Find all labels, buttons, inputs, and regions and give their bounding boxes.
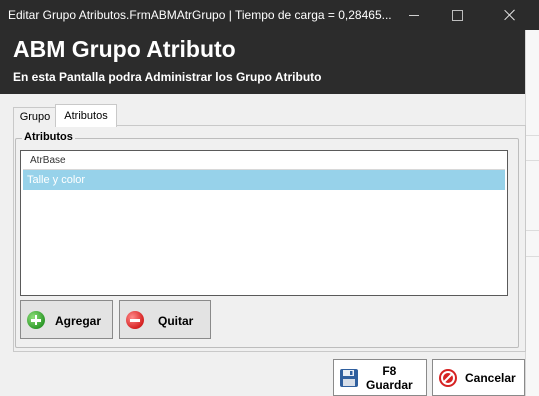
maximize-button[interactable] xyxy=(437,0,477,30)
close-icon xyxy=(504,9,516,21)
add-icon xyxy=(27,311,45,329)
background-window-strip xyxy=(525,30,539,396)
header-banner: ABM Grupo Atributo En esta Pantalla podr… xyxy=(0,30,525,94)
cancel-icon xyxy=(438,368,458,388)
maximize-icon xyxy=(451,9,463,21)
divider xyxy=(526,160,539,161)
column-header-atrbase[interactable]: AtrBase xyxy=(30,153,66,169)
groupbox-label: Atributos xyxy=(22,131,75,143)
window: Editar Grupo Atributos.FrmABMAtrGrupo | … xyxy=(0,0,539,396)
page-subtitle: En esta Pantalla podra Administrar los G… xyxy=(13,70,322,84)
cancel-button-label: Cancelar xyxy=(465,371,516,385)
add-button-label: Agregar xyxy=(55,314,102,328)
remove-icon xyxy=(126,311,144,329)
save-button-label: F8 Guardar xyxy=(366,364,413,392)
table-cell: Talle y color xyxy=(27,174,86,186)
window-title: Editar Grupo Atributos.FrmABMAtrGrupo | … xyxy=(8,8,392,22)
save-shortcut: F8 xyxy=(382,364,397,378)
minimize-icon xyxy=(409,14,419,16)
attributes-grid[interactable]: AtrBase Talle y color xyxy=(20,150,508,296)
divider xyxy=(526,135,539,136)
close-button[interactable] xyxy=(490,0,530,30)
remove-button[interactable]: Quitar xyxy=(119,300,211,339)
save-button[interactable]: F8 Guardar xyxy=(333,359,427,396)
minimize-button[interactable] xyxy=(394,0,434,30)
divider xyxy=(526,230,539,231)
title-bar[interactable]: Editar Grupo Atributos.FrmABMAtrGrupo | … xyxy=(0,0,539,30)
cancel-button[interactable]: Cancelar xyxy=(432,359,525,396)
tab-grupo[interactable]: Grupo xyxy=(13,107,57,126)
divider xyxy=(526,256,539,257)
page-title: ABM Grupo Atributo xyxy=(13,36,236,62)
remove-button-label: Quitar xyxy=(158,314,194,328)
table-row[interactable]: Talle y color xyxy=(23,170,505,190)
save-icon xyxy=(339,368,359,388)
add-button[interactable]: Agregar xyxy=(20,300,113,339)
tab-atributos[interactable]: Atributos xyxy=(55,104,117,127)
grid-header: AtrBase xyxy=(23,153,505,170)
save-text: Guardar xyxy=(366,378,413,392)
